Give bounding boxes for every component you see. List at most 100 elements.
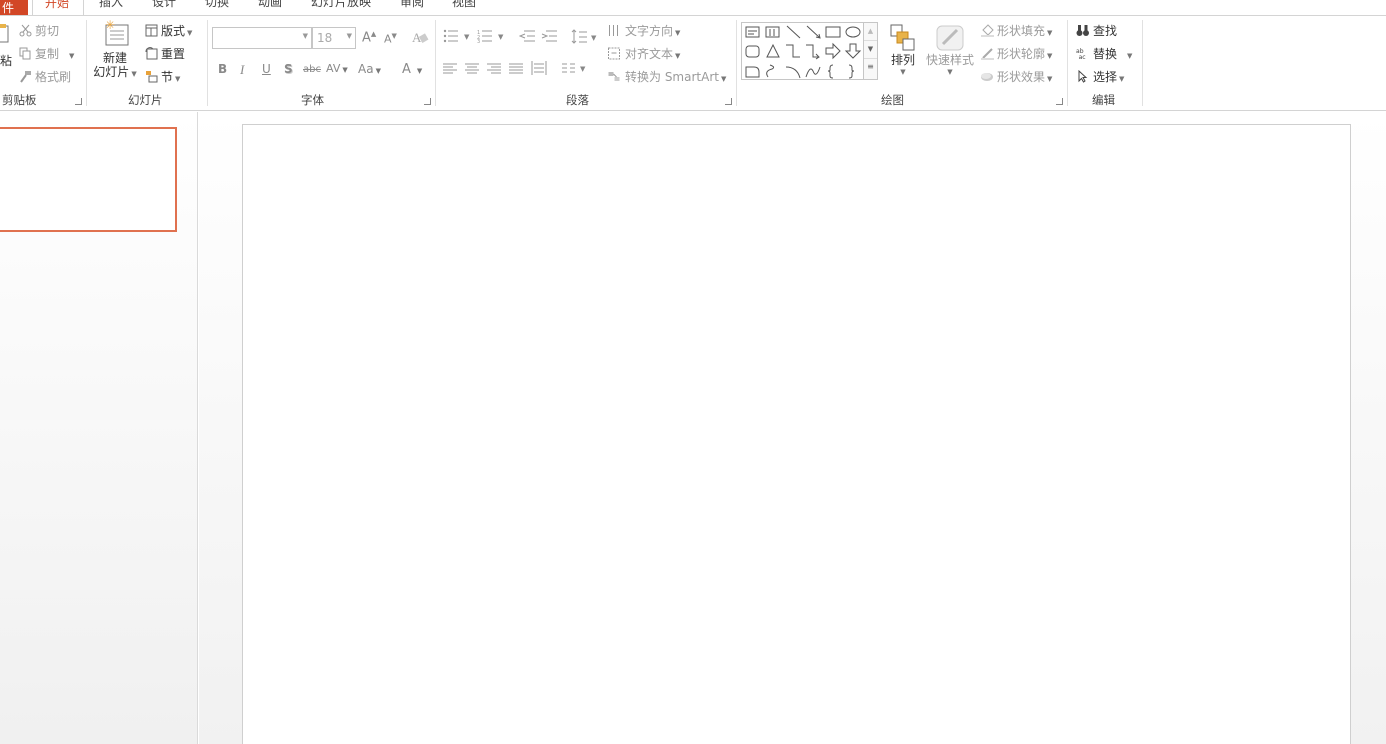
font-size-combo[interactable]: 18 ▼	[312, 27, 356, 49]
shape-fill-button[interactable]: 形状填充 ▼	[981, 22, 1052, 39]
snip-rect-shape-icon[interactable]	[745, 66, 760, 78]
character-spacing-button[interactable]: AV ▼	[326, 62, 348, 75]
bold-button[interactable]: B	[218, 62, 227, 76]
change-case-button[interactable]: Aa ▼	[358, 62, 381, 76]
replace-label: 替换	[1093, 47, 1118, 61]
line-shape-icon[interactable]	[786, 25, 801, 39]
select-label: 选择	[1093, 70, 1118, 84]
tab-review[interactable]: 审阅	[400, 0, 424, 10]
shapes-gallery[interactable]	[741, 22, 878, 80]
tab-view[interactable]: 视图	[452, 0, 476, 10]
arrange-button[interactable]: 排列 ▼	[887, 22, 919, 76]
quick-styles-button[interactable]: 快速样式 ▼	[925, 22, 975, 76]
increase-indent-button[interactable]	[541, 30, 558, 46]
layout-button[interactable]: 版式 ▼	[145, 22, 192, 39]
shape-effects-button[interactable]: 形状效果 ▼	[981, 68, 1052, 85]
textbox-shape-icon[interactable]	[745, 26, 760, 38]
paragraph-group-label: 段落	[566, 93, 589, 107]
tab-insert[interactable]: 插入	[99, 0, 123, 10]
rectangle-shape-icon[interactable]	[825, 26, 841, 38]
copy-button[interactable]: 复制 ▼	[19, 45, 74, 62]
group-separator	[435, 20, 436, 106]
editing-group-label: 编辑	[1092, 93, 1115, 107]
replace-button[interactable]: ab ac 替换 ▼	[1075, 45, 1132, 62]
shrink-font-button[interactable]: A▼	[384, 32, 397, 46]
shadow-button[interactable]: S	[284, 62, 293, 76]
arrange-icon	[890, 24, 915, 51]
font-group-label: 字体	[301, 93, 324, 107]
distributed-button[interactable]	[531, 61, 547, 79]
tab-slideshow[interactable]: 幻灯片放映	[311, 0, 371, 10]
gallery-more-icon[interactable]: ≡	[864, 59, 877, 77]
shape-effects-label: 形状效果	[997, 70, 1046, 84]
rounded-rect-shape-icon[interactable]	[745, 45, 760, 58]
freeform-shape-icon[interactable]	[766, 64, 775, 78]
right-brace-shape-icon[interactable]	[848, 64, 855, 79]
new-slide-button[interactable]: ✳ 新建 幻灯片 ▼	[93, 18, 137, 81]
tab-file[interactable]: 件	[0, 0, 28, 15]
down-arrow-shape-icon[interactable]	[844, 43, 862, 59]
paste-button[interactable]: 粘	[0, 24, 12, 69]
slide-thumbnail[interactable]	[0, 127, 177, 232]
cut-button[interactable]: 剪切	[19, 22, 59, 39]
font-color-button[interactable]: A ▼	[402, 62, 422, 77]
align-text-icon	[608, 47, 620, 60]
columns-button[interactable]: ▼	[562, 62, 590, 78]
text-direction-button[interactable]: 文字方向 ▼	[606, 22, 680, 39]
align-center-button[interactable]	[465, 63, 480, 78]
align-text-button[interactable]: 对齐文本 ▼	[606, 45, 680, 62]
arrow-line-shape-icon[interactable]	[806, 25, 821, 39]
align-left-button[interactable]	[443, 63, 458, 78]
elbow-arrow-shape-icon[interactable]	[806, 44, 820, 60]
vertical-textbox-shape-icon[interactable]	[765, 26, 780, 38]
reset-button[interactable]: 重置	[145, 45, 185, 62]
italic-button[interactable]: I	[240, 62, 244, 78]
left-brace-shape-icon[interactable]	[827, 64, 834, 79]
numbering-button[interactable]: 1 2 3 ▼	[477, 29, 507, 46]
slide-canvas[interactable]	[242, 124, 1351, 744]
tab-design[interactable]: 设计	[152, 0, 176, 10]
select-button[interactable]: 选择 ▼	[1075, 68, 1124, 85]
shapes-gallery-scrollbar[interactable]: ▲ ▼ ≡	[863, 22, 878, 80]
clear-formatting-button[interactable]: A	[411, 29, 429, 48]
copy-icon	[19, 47, 31, 60]
slide-thumbnail-pane[interactable]	[0, 112, 198, 744]
decrease-indent-button[interactable]	[518, 30, 536, 46]
font-size-value: 18	[317, 31, 333, 45]
line-spacing-button[interactable]: ▼	[571, 29, 599, 48]
section-button[interactable]: 节 ▼	[145, 68, 180, 85]
reset-icon	[145, 47, 158, 60]
scroll-down-icon[interactable]: ▼	[864, 41, 877, 59]
shape-effects-icon	[981, 73, 993, 81]
elbow-connector-shape-icon[interactable]	[786, 44, 800, 58]
strikethrough-button[interactable]: abc	[303, 64, 321, 75]
tab-transitions[interactable]: 切换	[205, 0, 229, 10]
scroll-up-icon[interactable]: ▲	[864, 23, 877, 41]
font-name-combo[interactable]: ▼	[212, 27, 312, 49]
grow-font-button[interactable]: A▲	[362, 30, 376, 45]
chevron-down-icon: ▼	[346, 32, 352, 40]
pencil-icon	[981, 48, 994, 60]
justify-button[interactable]	[509, 63, 524, 78]
clipboard-dialog-launcher[interactable]	[75, 98, 82, 105]
shape-outline-button[interactable]: 形状轮廓 ▼	[981, 45, 1052, 62]
convert-smartart-button[interactable]: 转换为 SmartArt ▼	[606, 68, 726, 85]
curve-shape-icon[interactable]	[805, 66, 821, 78]
arc-shape-icon[interactable]	[785, 66, 801, 79]
section-icon	[146, 71, 158, 83]
underline-button[interactable]: U	[262, 62, 271, 76]
drawing-dialog-launcher[interactable]	[1056, 98, 1063, 105]
font-dialog-launcher[interactable]	[424, 98, 431, 105]
tab-home[interactable]: 开始	[32, 0, 84, 15]
tab-animations[interactable]: 动画	[258, 0, 282, 10]
right-arrow-shape-icon[interactable]	[825, 42, 841, 60]
triangle-shape-icon[interactable]	[766, 43, 780, 58]
slides-group-label: 幻灯片	[128, 93, 163, 107]
align-right-icon	[487, 63, 501, 74]
find-button[interactable]: 查找	[1075, 22, 1117, 39]
bullets-button[interactable]: ▼	[443, 29, 473, 46]
format-painter-button[interactable]: 格式刷	[19, 68, 71, 85]
oval-shape-icon[interactable]	[845, 26, 861, 38]
paragraph-dialog-launcher[interactable]	[725, 98, 732, 105]
align-right-button[interactable]	[487, 63, 502, 78]
